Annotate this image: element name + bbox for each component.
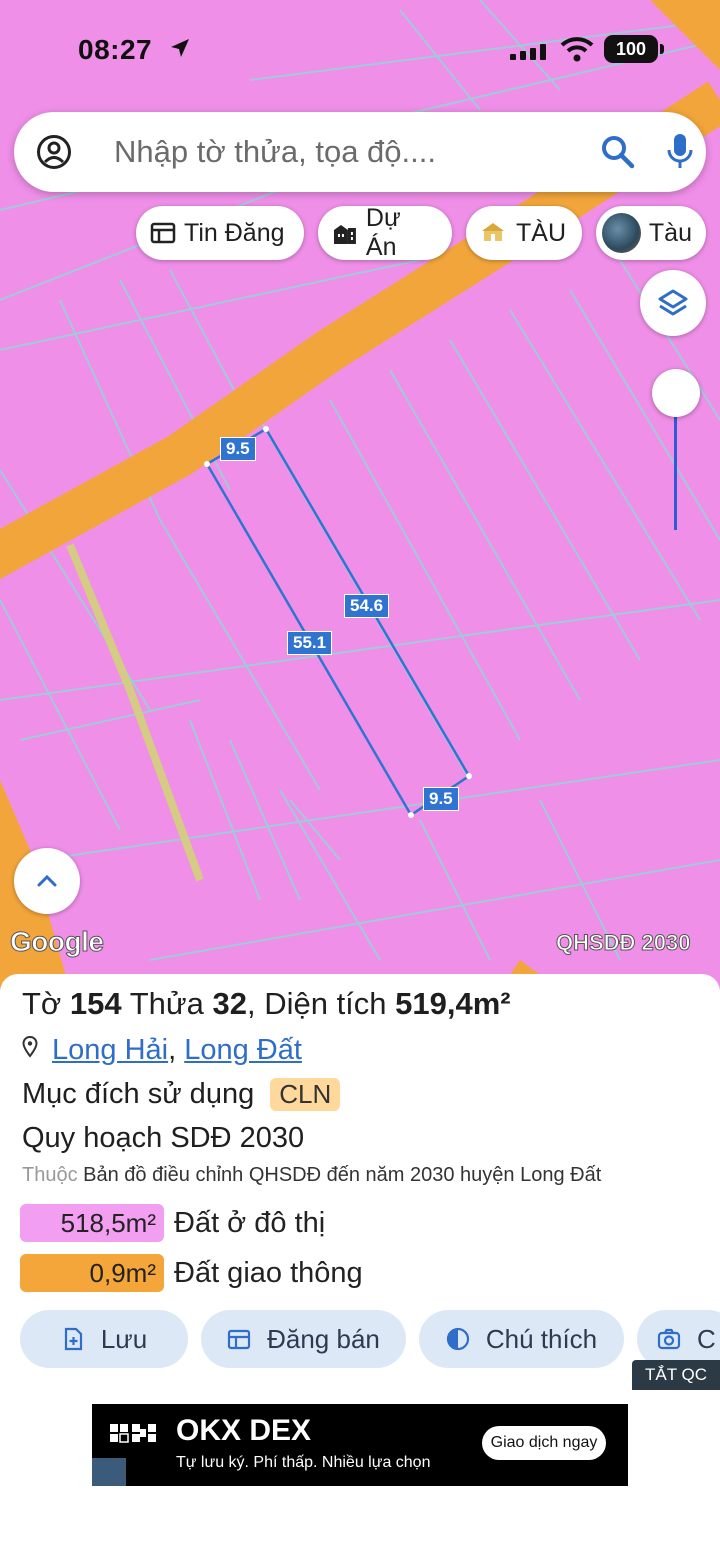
location-separator: , [168,1034,177,1066]
save-plus-icon [64,1327,82,1351]
map-view[interactable]: 08:27 100 Nhập tờ thửa, tọa độ.... Tin Đ… [0,0,720,990]
ad-corner-thumbnail [92,1458,126,1486]
chip-label: Dự Án [365,204,401,261]
chip-label: TÀU [516,218,566,247]
plan-heading: Quy hoạch SDĐ 2030 [22,1122,305,1154]
edge-length-label: 55.1 [287,631,333,655]
chip-du-an[interactable]: Dự Án [318,204,452,261]
clock: 08:27 [78,34,153,65]
land-use-row: Mục đích sử dụng CLN [22,1078,341,1111]
plan-source: Thuộc Bản đồ điều chỉnh QHSDĐ đến năm 20… [22,1164,601,1187]
google-watermark: Google [9,926,104,958]
chip-tau-lower[interactable]: Tàu [596,206,706,260]
plan-source-prefix: Thuộc [22,1164,78,1186]
edge-length-label: 9.5 [423,787,459,811]
expand-sheet-button[interactable] [14,848,80,914]
ad-banner[interactable]: OKX DEX Tự lưu ký. Phí thấp. Nhiều lựa c… [92,1404,628,1486]
edge-length-label: 9.5 [220,437,256,461]
zone-label: Đất giao thông [174,1256,363,1289]
house-thumbnail-icon [482,223,504,241]
battery-indicator: 100 [604,35,664,63]
account-icon[interactable] [36,134,72,170]
camera-label: C [697,1323,716,1354]
layers-button[interactable] [640,270,706,336]
parcel-title: Tờ 154 Thửa 32, Diện tích 519,4m² [22,986,511,1021]
camera-icon [657,1328,681,1350]
chip-label: Tàu [648,218,692,247]
zone-row: 0,9m² Đất giao thông [20,1254,363,1292]
search-bar[interactable]: Nhập tờ thửa, tọa độ.... [14,112,706,192]
edge-length-label: 54.6 [344,594,390,618]
newspaper-icon [150,222,176,244]
save-label: Lưu [100,1323,148,1354]
okx-logo-icon [110,1424,156,1443]
ad-cta-button[interactable]: Giao dịch ngay [482,1426,606,1460]
plan-source-text: Bản đồ điều chỉnh QHSDĐ đến năm 2030 huy… [83,1164,602,1186]
ad-title: OKX DEX [176,1414,312,1447]
district-link[interactable]: Long Đất [184,1034,302,1066]
status-bar: 08:27 100 [0,0,720,100]
search-icon[interactable] [600,134,636,170]
zone-area-box: 0,9m² [20,1254,164,1292]
land-use-label: Mục đích sử dụng [22,1078,255,1110]
post-for-sale-label: Đăng bán [267,1323,380,1354]
sheet-prefix: Tờ [22,986,62,1021]
legend-button[interactable]: Chú thích [419,1310,624,1368]
save-button[interactable]: Lưu [20,1310,188,1368]
land-use-badge: CLN [270,1078,341,1111]
ad-tagline: Tự lưu ký. Phí thấp. Nhiều lựa chọn [176,1454,431,1471]
post-for-sale-button[interactable]: Đăng bán [201,1310,406,1368]
avatar-thumbnail [602,213,641,253]
search-input[interactable]: Nhập tờ thửa, tọa độ.... [114,134,436,170]
area-prefix: Diện tích [264,986,387,1021]
wifi-icon [560,37,594,62]
plot-prefix: Thửa [129,986,204,1021]
location-pin-icon [22,1036,38,1058]
zone-row: 518,5m² Đất ở đô thị [20,1204,325,1242]
chevron-up-icon [37,874,57,887]
parcel-info-sheet: Tờ 154 Thửa 32, Diện tích 519,4m² Long H… [0,974,720,1558]
cellular-signal-icon [510,44,546,60]
zone-area-box: 518,5m² [20,1204,164,1242]
hide-ads-button[interactable]: TẮT QC [632,1360,720,1390]
microphone-icon[interactable] [664,132,696,172]
buildings-icon [333,225,356,244]
area-value: 519,4m² [395,986,511,1021]
legend-label: Chú thích [485,1323,598,1354]
map-layer-watermark: QHSDĐ 2030 [556,930,692,956]
layers-icon [658,289,688,316]
location-row: Long Hải, Long Đất [22,1034,302,1067]
opacity-slider-handle[interactable] [652,369,700,417]
location-arrow-icon [171,39,189,57]
zone-label: Đất ở đô thị [174,1206,326,1239]
plot-number: 32 [212,986,247,1021]
listing-icon [228,1329,251,1350]
chip-label: Tin Đăng [184,218,285,247]
contrast-icon [446,1327,469,1351]
chip-tin-dang[interactable]: Tin Đăng [136,206,304,260]
ward-link[interactable]: Long Hải [52,1034,168,1066]
chip-tau-upper[interactable]: TÀU [466,206,582,260]
sheet-number: 154 [69,986,122,1021]
